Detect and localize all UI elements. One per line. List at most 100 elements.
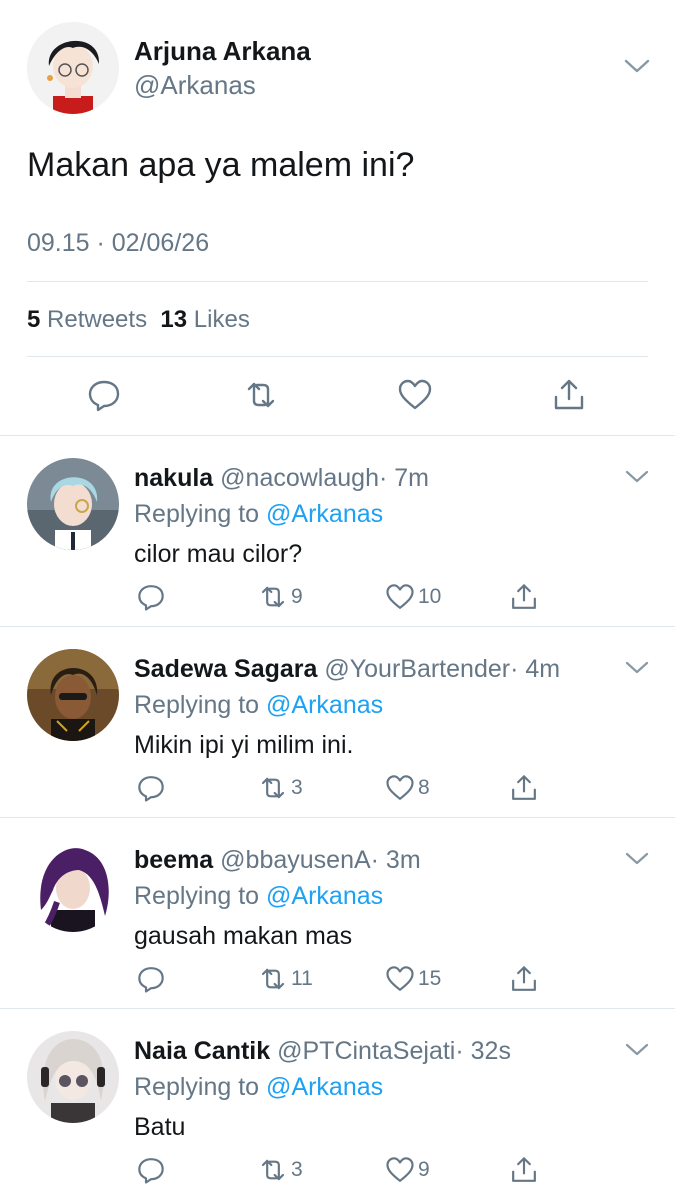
retweet-button[interactable]: 9: [258, 582, 303, 612]
retweet-icon: [261, 586, 285, 608]
chevron-down-icon[interactable]: [624, 850, 650, 868]
reply-header: Sadewa Sagara @YourBartender· 4m: [134, 655, 560, 684]
divider: [27, 281, 648, 282]
reply-button[interactable]: [136, 773, 166, 803]
retweet-icon: [261, 1159, 285, 1181]
reply-author-handle[interactable]: @bbayusenA: [220, 846, 370, 874]
replying-to: Replying to @Arkanas: [134, 1073, 383, 1102]
reply-icon: [138, 967, 164, 993]
like-button[interactable]: 9: [385, 1155, 430, 1185]
reply-item[interactable]: nakula @nacowlaugh· 7m Replying to @Arka…: [0, 436, 675, 627]
retweet-button[interactable]: 11: [258, 964, 313, 994]
retweet-count: 11: [291, 967, 313, 990]
share-icon: [512, 966, 536, 991]
retweet-count: 3: [291, 776, 303, 799]
retweet-icon: [261, 968, 285, 990]
reply-time: · 32s: [455, 1037, 511, 1065]
reply-item[interactable]: Naia Cantik @PTCintaSejati· 32s Replying…: [0, 1009, 675, 1199]
like-button[interactable]: 10: [385, 582, 441, 612]
retweet-icon[interactable]: [243, 377, 279, 413]
retweets-label[interactable]: Retweets: [47, 306, 147, 333]
divider: [27, 356, 648, 357]
reply-icon: [138, 1158, 164, 1184]
reply-text: Batu: [134, 1113, 186, 1141]
like-icon: [386, 584, 414, 609]
retweet-button[interactable]: 3: [258, 773, 303, 803]
reply-author-name[interactable]: Naia Cantik: [134, 1037, 270, 1065]
avatar[interactable]: [27, 840, 119, 932]
mention-link[interactable]: @Arkanas: [266, 882, 383, 910]
reply-header: beema @bbayusenA· 3m: [134, 846, 421, 875]
like-icon[interactable]: [397, 377, 433, 413]
share-icon[interactable]: [551, 377, 587, 413]
retweet-count: 3: [291, 1158, 303, 1181]
like-count: 8: [418, 776, 430, 799]
like-count: 10: [418, 585, 442, 608]
author-handle[interactable]: @Arkanas: [134, 70, 256, 101]
reply-author-name[interactable]: beema: [134, 846, 213, 874]
like-button[interactable]: 15: [385, 964, 441, 994]
likes-count[interactable]: 13: [160, 306, 187, 333]
replying-to: Replying to @Arkanas: [134, 882, 383, 911]
retweet-count: 9: [291, 585, 303, 608]
replying-to: Replying to @Arkanas: [134, 691, 383, 720]
reply-item[interactable]: Sadewa Sagara @YourBartender· 4m Replyin…: [0, 627, 675, 818]
reply-button[interactable]: [136, 582, 166, 612]
reply-button[interactable]: [136, 1155, 166, 1185]
tweet-text: Makan apa ya malem ini?: [27, 146, 415, 184]
share-button[interactable]: [509, 1155, 539, 1185]
like-icon: [386, 775, 414, 800]
chevron-down-icon[interactable]: [624, 1041, 650, 1059]
chevron-down-icon[interactable]: [624, 468, 650, 486]
reply-item[interactable]: beema @bbayusenA· 3m Replying to @Arkana…: [0, 818, 675, 1009]
chevron-down-icon[interactable]: [624, 659, 650, 677]
retweets-count[interactable]: 5: [27, 306, 40, 333]
chevron-down-icon[interactable]: [622, 56, 652, 76]
reply-author-name[interactable]: Sadewa Sagara: [134, 655, 317, 683]
mention-link[interactable]: @Arkanas: [266, 1073, 383, 1101]
replying-label: Replying to: [134, 500, 260, 528]
replying-label: Replying to: [134, 882, 260, 910]
reply-text: Mikin ipi yi milim ini.: [134, 731, 354, 759]
avatar[interactable]: [27, 1031, 119, 1123]
share-button[interactable]: [509, 582, 539, 612]
reply-icon[interactable]: [86, 377, 122, 413]
share-button[interactable]: [509, 773, 539, 803]
mention-link[interactable]: @Arkanas: [266, 500, 383, 528]
share-icon: [512, 1157, 536, 1182]
likes-label[interactable]: Likes: [194, 306, 250, 333]
avatar[interactable]: [27, 458, 119, 550]
tweet-timestamp: 09.15 · 02/06/26: [27, 229, 210, 257]
like-count: 9: [418, 1158, 430, 1181]
reply-button[interactable]: [136, 964, 166, 994]
retweet-button[interactable]: 3: [258, 1155, 303, 1185]
avatar[interactable]: [27, 22, 119, 114]
reply-header: nakula @nacowlaugh· 7m: [134, 464, 429, 493]
reply-author-handle[interactable]: @nacowlaugh: [220, 464, 379, 492]
retweet-icon: [261, 777, 285, 799]
tweet-stats: 5 Retweets 13 Likes: [27, 306, 250, 334]
like-button[interactable]: 8: [385, 773, 430, 803]
reply-text: gausah makan mas: [134, 922, 353, 950]
reply-time: · 4m: [510, 655, 561, 683]
mention-link[interactable]: @Arkanas: [266, 691, 383, 719]
reply-author-handle[interactable]: @YourBartender: [324, 655, 510, 683]
main-tweet: Arjuna Arkana @Arkanas Makan apa ya male…: [0, 0, 675, 436]
reply-author-handle[interactable]: @PTCintaSejati: [277, 1037, 455, 1065]
reply-author-name[interactable]: nakula: [134, 464, 213, 492]
avatar[interactable]: [27, 649, 119, 741]
author-name[interactable]: Arjuna Arkana: [134, 36, 311, 67]
replying-label: Replying to: [134, 691, 260, 719]
like-count: 15: [418, 967, 442, 990]
reply-text: cilor mau cilor?: [134, 540, 303, 568]
reply-time: · 7m: [378, 464, 429, 492]
reply-icon: [138, 776, 164, 802]
like-icon: [386, 966, 414, 991]
reply-icon: [138, 585, 164, 611]
share-icon: [512, 775, 536, 800]
reply-header: Naia Cantik @PTCintaSejati· 32s: [134, 1037, 511, 1066]
share-icon: [512, 584, 536, 609]
like-icon: [386, 1157, 414, 1182]
reply-time: · 3m: [370, 846, 421, 874]
share-button[interactable]: [509, 964, 539, 994]
